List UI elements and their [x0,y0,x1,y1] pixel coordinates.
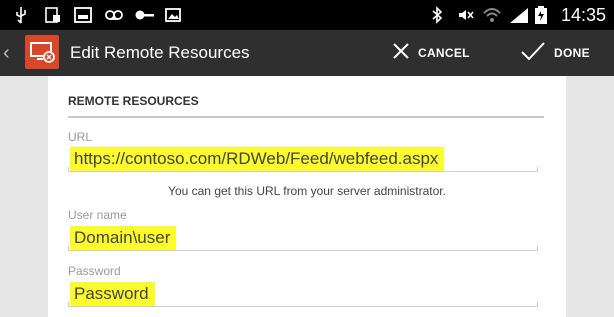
status-left-icons [14,5,182,25]
status-time: 14:35 [560,4,606,25]
page-margin-right [566,76,614,317]
username-field[interactable]: Domain\user [70,226,177,250]
section-header: REMOTE RESOURCES [68,94,199,108]
back-chevron-icon[interactable]: ‹ [3,42,10,64]
mute-icon [457,6,475,24]
battery-icon [534,6,553,24]
url-field-underline [68,167,538,172]
key-icon [134,6,154,24]
url-hint: You can get this URL from your server ad… [168,184,446,198]
section-divider [68,116,544,118]
status-right-icons: 14:35 [431,4,606,26]
usb-icon [14,6,32,24]
password-field-underline [68,302,538,307]
remote-desktop-app-icon[interactable] [25,35,59,69]
page-title: Edit Remote Resources [70,43,250,62]
bluetooth-icon [431,6,449,24]
remote-resources-form: REMOTE RESOURCES URL https://contoso.com… [48,76,566,317]
notification-icon [44,6,62,24]
status-bar: 14:35 [0,0,614,30]
url-label: URL [68,130,93,144]
checkmark-icon [520,41,546,66]
wifi-icon [483,6,501,24]
cancel-button-label: CANCEL [418,46,470,60]
done-button[interactable]: DONE [520,36,590,70]
cancel-button[interactable]: CANCEL [392,36,470,70]
voicemail-icon [104,6,123,24]
signal-icon [509,6,528,24]
close-icon [392,42,410,65]
username-field-underline [68,246,538,251]
username-label: User name [68,208,127,222]
photo-icon [164,6,182,24]
page-margin-left [0,76,48,317]
done-button-label: DONE [554,46,590,60]
url-field[interactable]: https://contoso.com/RDWeb/Feed/webfeed.a… [70,147,445,171]
action-bar: ‹ Edit Remote Resources CANCEL DONE [0,30,614,76]
password-field[interactable]: Password [70,282,155,306]
image-icon [74,6,92,24]
password-label: Password [68,264,121,278]
